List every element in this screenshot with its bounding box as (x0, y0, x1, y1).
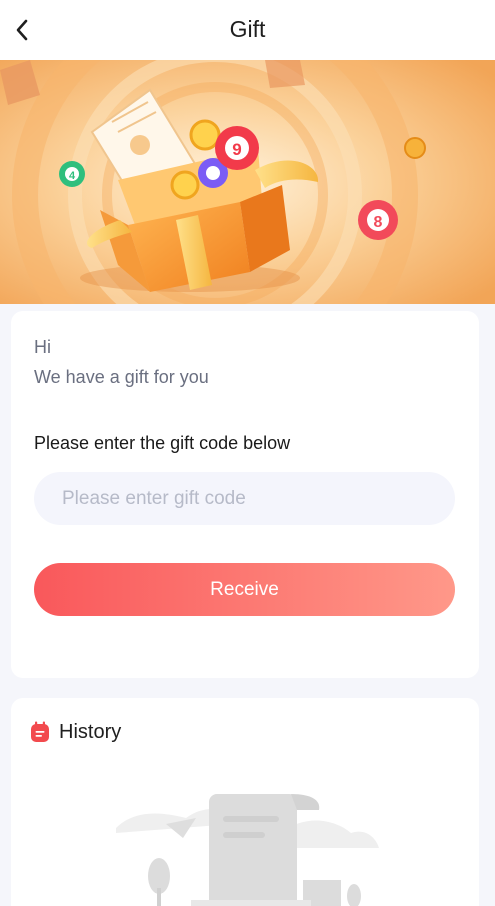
history-calendar-icon (31, 721, 49, 742)
gift-box-illustration: 9 4 8 (0, 60, 495, 304)
gift-code-input[interactable] (34, 472, 455, 525)
gift-banner: 9 4 8 (0, 60, 495, 304)
greeting-text: Hi (34, 337, 51, 357)
history-card: History (11, 698, 479, 906)
gift-subtitle: We have a gift for you (34, 367, 209, 387)
app-header: Gift (0, 0, 495, 60)
page-title: Gift (229, 16, 266, 42)
ball-number-8: 8 (374, 214, 383, 231)
gift-code-prompt: Please enter the gift code below (34, 433, 291, 453)
empty-history-illustration (116, 794, 379, 906)
history-title: History (59, 720, 122, 743)
receive-button[interactable]: Receive (34, 563, 455, 616)
gift-card: Hi We have a gift for you Please enter t… (11, 311, 479, 678)
history-header: History (30, 718, 121, 746)
ball-number-9: 9 (232, 140, 241, 159)
ball-number-4: 4 (69, 170, 76, 182)
